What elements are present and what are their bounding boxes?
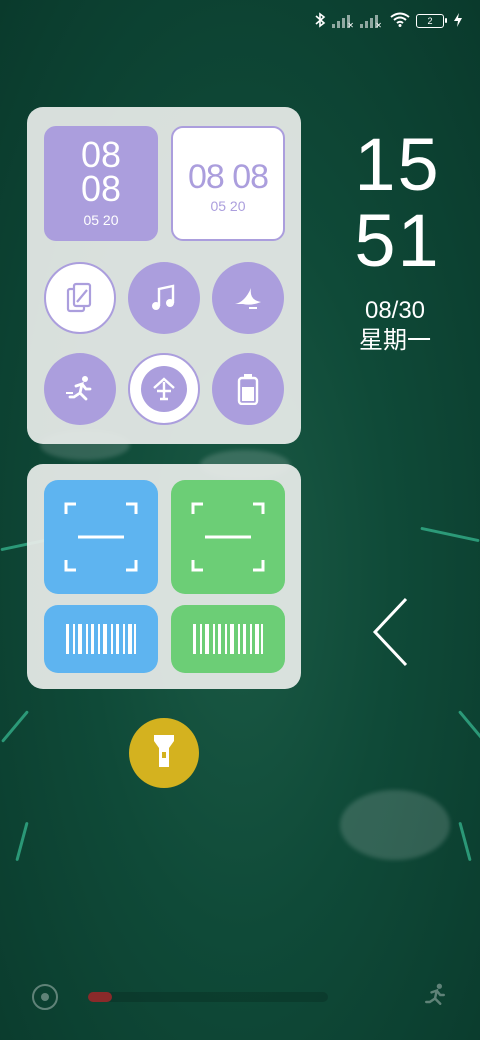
battery-icon: 2 xyxy=(416,14,447,28)
running-icon[interactable] xyxy=(44,353,116,425)
clock-widget-vertical[interactable]: 08 08 05 20 xyxy=(44,126,158,241)
battery-app-icon[interactable] xyxy=(212,353,284,425)
flashlight-button[interactable] xyxy=(129,718,199,788)
clock-hour: 15 xyxy=(354,123,441,206)
umbrella-app-icon[interactable] xyxy=(128,353,200,425)
edit-notes-icon[interactable] xyxy=(44,262,116,334)
clock-widget-horizontal[interactable]: 08 08 05 20 xyxy=(171,126,285,241)
progress-fill xyxy=(88,992,112,1002)
signal-icon: ✕ xyxy=(332,14,354,30)
clock-minute: 08 xyxy=(80,168,122,209)
music-icon[interactable] xyxy=(128,262,200,334)
clock-time: 08 08 xyxy=(187,158,269,196)
wifi-icon xyxy=(390,12,410,30)
bottom-bar xyxy=(0,975,480,1015)
barcode-blue[interactable] xyxy=(44,605,158,673)
barcode-green[interactable] xyxy=(171,605,285,673)
lock-date: 08/30 星期一 xyxy=(340,296,450,356)
widget-panel: 08 08 05 20 08 08 05 20 xyxy=(27,107,301,444)
weekday-text: 星期一 xyxy=(359,327,431,354)
clock-hour: 08 xyxy=(80,134,122,175)
status-bar: ✕ ✕ 2 xyxy=(314,8,462,34)
signal-icon: ✕ xyxy=(360,14,382,30)
chevron-left-icon[interactable] xyxy=(370,596,410,668)
running-shortcut-icon[interactable] xyxy=(421,981,449,1014)
clock-date: 05 20 xyxy=(83,212,119,228)
clock-date: 05 20 xyxy=(210,198,246,214)
battery-level: 2 xyxy=(427,16,433,26)
charging-icon xyxy=(454,12,462,30)
progress-track xyxy=(88,992,328,1002)
bird-icon[interactable] xyxy=(212,262,284,334)
scan-qr-green[interactable] xyxy=(171,480,285,594)
scan-qr-blue[interactable] xyxy=(44,480,158,594)
bluetooth-icon xyxy=(314,11,326,31)
scanner-panel xyxy=(27,464,301,689)
camera-shortcut-icon[interactable] xyxy=(31,983,59,1016)
lock-clock: 15 51 xyxy=(350,127,445,279)
date-text: 08/30 xyxy=(364,297,426,324)
flashlight-icon xyxy=(152,733,176,774)
clock-minute: 51 xyxy=(354,199,441,282)
